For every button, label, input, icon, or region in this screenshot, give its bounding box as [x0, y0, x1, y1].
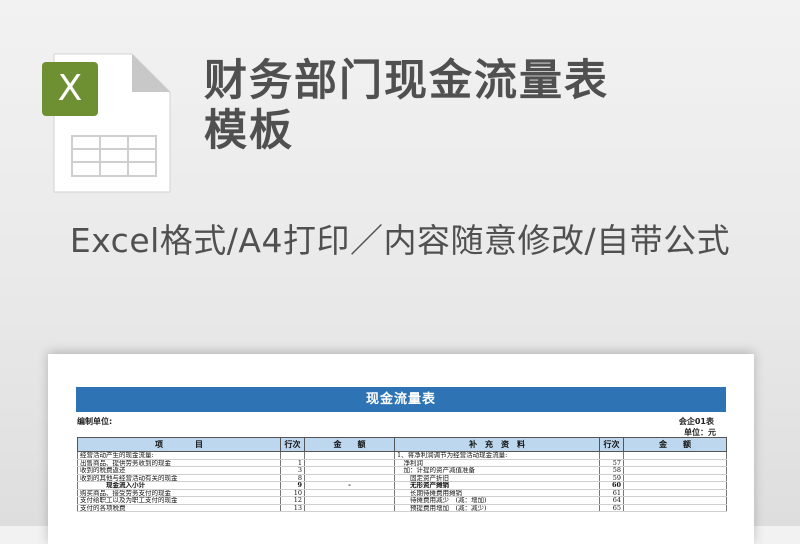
cell-amount [304, 466, 395, 475]
col-header-supplement-amount: 金 额 [623, 437, 727, 452]
cell-line: 13 [280, 504, 305, 512]
cell-line: 9 [280, 481, 305, 490]
cell-supplement-line: 65 [599, 504, 624, 512]
cell-amount [304, 474, 395, 482]
table-row: 支付的各项税费 13 预提费用增加 (减：减少) 65 [77, 504, 727, 512]
cell-supplement-amount [623, 489, 727, 497]
cell-amount [304, 451, 395, 460]
excel-file-icon: X [40, 46, 174, 196]
cell-item: 购买商品、接受劳务支付的现金 [77, 489, 281, 497]
cell-supplement: 预提费用增加 (减：减少) [394, 504, 600, 512]
cell-supplement: 长期待摊费用摊销 [394, 489, 600, 497]
cell-line: 12 [280, 496, 305, 505]
title-line-2: 模板 [204, 106, 294, 156]
table-row: 现金流入小计 9- 无形资产摊销 60 [77, 481, 727, 490]
cell-amount [304, 489, 395, 497]
cell-supplement-amount [623, 481, 727, 490]
cell-supplement: 固定资产折旧 [394, 474, 600, 482]
cell-amount: - [304, 481, 395, 490]
col-header-supplement: 补 充 资 料 [394, 437, 600, 452]
col-header-amount: 金 额 [304, 437, 395, 452]
cell-supplement-line: 61 [599, 489, 624, 497]
cell-line: 3 [280, 466, 305, 475]
col-header-supplement-line: 行次 [599, 437, 624, 452]
cell-supplement-amount [623, 504, 727, 512]
cash-flow-table: 项 目 行次 金 额 补 充 资 料 行次 金 额 经营活动产生的现金流量: 1、… [77, 437, 727, 512]
cell-supplement-line [599, 451, 624, 460]
cell-item: 收到的其他与经营活动有关的现金 [77, 474, 281, 482]
cell-supplement-amount [623, 459, 727, 467]
cell-amount [304, 496, 395, 505]
cell-supplement-amount [623, 466, 727, 475]
cell-supplement: 净利润 [394, 459, 600, 467]
cell-supplement-line: 60 [599, 481, 624, 490]
subtitle: Excel格式/A4打印／内容随意修改/自带公式 [69, 221, 731, 260]
table-row: 支付给职工以及为职工支付的现金 12 待摊费用减少 (减：增加) 64 [77, 496, 727, 505]
cell-line [280, 451, 305, 460]
cell-amount [304, 459, 395, 467]
cell-line: 8 [280, 474, 305, 482]
cell-supplement: 无形资产摊销 [394, 481, 600, 490]
cell-supplement-line: 64 [599, 496, 624, 505]
cell-supplement-line: 59 [599, 474, 624, 482]
cell-item: 支付给职工以及为职工支付的现金 [77, 496, 281, 505]
cell-supplement: 加：计提的资产减值准备 [394, 466, 600, 475]
cell-supplement-line: 57 [599, 459, 624, 467]
cell-supplement-amount [623, 474, 727, 482]
page-title: 财务部门现金流量表 模板 [204, 56, 609, 156]
title-line-1: 财务部门现金流量表 [204, 56, 609, 106]
cell-item: 现金流入小计 [77, 481, 281, 490]
cell-supplement-amount [623, 496, 727, 505]
cell-supplement-amount [623, 451, 727, 460]
sheet-title: 现金流量表 [76, 387, 726, 412]
col-header-item: 项 目 [77, 437, 281, 452]
table-row: 经营活动产生的现金流量: 1、将净利润调节为经营活动现金流量: [77, 451, 727, 460]
unit-label: 编制单位: [77, 417, 113, 426]
table-header-row: 项 目 行次 金 额 补 充 资 料 行次 金 额 [77, 437, 727, 452]
excel-x-letter: X [57, 68, 83, 109]
form-code: 会企01表 [678, 417, 714, 426]
table-row: 购买商品、接受劳务支付的现金 10 长期待摊费用摊销 61 [77, 489, 727, 497]
cell-item: 支付的各项税费 [77, 504, 281, 512]
cell-line: 1 [280, 459, 305, 467]
table-row: 收到的税费返还 3 加：计提的资产减值准备 58 [77, 466, 727, 475]
cell-amount [304, 504, 395, 512]
table-row: 出售商品、提供劳务收到的现金 1 净利润 57 [77, 459, 727, 467]
cell-supplement: 1、将净利润调节为经营活动现金流量: [394, 451, 600, 460]
cell-supplement-line: 58 [599, 466, 624, 475]
cell-line: 10 [280, 489, 305, 497]
cell-item: 出售商品、提供劳务收到的现金 [77, 459, 281, 467]
col-header-line: 行次 [280, 437, 305, 452]
cell-supplement: 待摊费用减少 (减：增加) [394, 496, 600, 505]
cell-item: 收到的税费返还 [77, 466, 281, 475]
spreadsheet-preview: 现金流量表 编制单位: 会企01表 单位：元 项 目 行次 金 额 补 充 资 … [48, 354, 754, 544]
cell-item: 经营活动产生的现金流量: [77, 451, 281, 460]
table-row: 收到的其他与经营活动有关的现金 8 固定资产折旧 59 [77, 474, 727, 482]
